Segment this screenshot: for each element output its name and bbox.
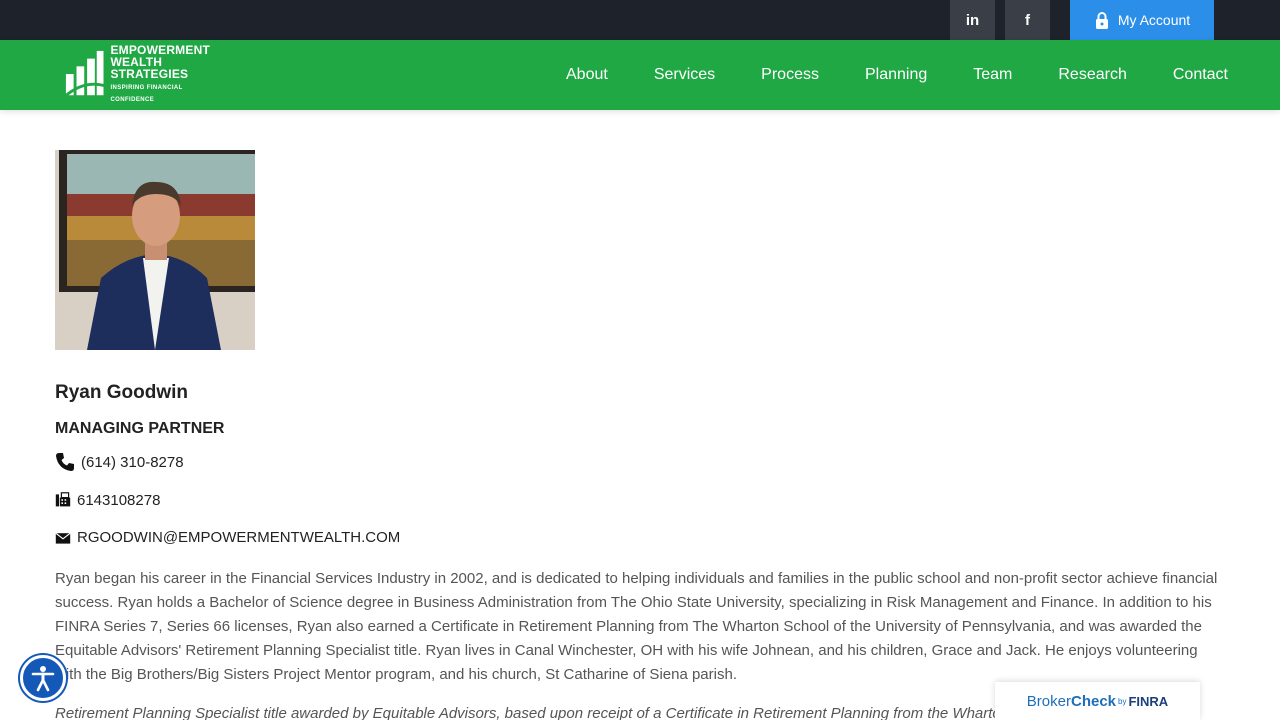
nav-item-process[interactable]: Process xyxy=(761,66,819,84)
profile-photo xyxy=(55,150,255,350)
fax-number: 6143108278 xyxy=(77,491,161,509)
brokercheck-check-text: Check xyxy=(1070,692,1117,710)
profile-name: Ryan Goodwin xyxy=(55,382,188,403)
top-utility-bar: in f My Account xyxy=(0,0,1280,40)
linkedin-icon: in xyxy=(965,11,980,29)
phone-icon xyxy=(56,453,74,471)
site-logo[interactable]: EMPOWERMENT WEALTH STRATEGIES INSPIRING … xyxy=(64,44,224,103)
brokercheck-broker-text: Broker xyxy=(1026,692,1071,710)
nav-item-contact[interactable]: Contact xyxy=(1173,66,1228,84)
fax-icon xyxy=(55,492,71,507)
nav-item-team[interactable]: Team xyxy=(973,66,1012,84)
nav-item-planning[interactable]: Planning xyxy=(865,66,927,84)
brokercheck-finra-text: FINRA xyxy=(1128,693,1169,709)
main-navbar: EMPOWERMENT WEALTH STRATEGIES INSPIRING … xyxy=(0,40,1280,110)
profile-bio: Ryan began his career in the Financial S… xyxy=(55,570,1218,683)
phone-row: (614) 310-8278 xyxy=(55,452,184,472)
nav-item-research[interactable]: Research xyxy=(1058,66,1126,84)
accessibility-button[interactable] xyxy=(20,655,66,701)
brokercheck-by-text: by xyxy=(1118,696,1127,706)
logo-text: EMPOWERMENT WEALTH STRATEGIES INSPIRING … xyxy=(110,44,224,106)
my-account-label: My Account xyxy=(1117,12,1191,28)
my-account-button[interactable]: My Account xyxy=(1070,0,1214,40)
linkedin-link[interactable]: in xyxy=(950,0,995,40)
brokercheck-widget[interactable]: Broker Check by FINRA xyxy=(995,682,1200,720)
logo-bars-icon xyxy=(64,50,105,99)
facebook-icon: f xyxy=(1025,11,1030,29)
email-link[interactable]: RGOODWIN@EMPOWERMENTWEALTH.COM xyxy=(77,529,400,546)
lock-icon xyxy=(1095,12,1108,29)
accessibility-icon xyxy=(31,666,55,692)
email-row: RGOODWIN@EMPOWERMENTWEALTH.COM xyxy=(55,529,400,546)
nav-item-about[interactable]: About xyxy=(566,66,608,84)
profile-role: MANAGING PARTNER xyxy=(55,420,225,437)
phone-link[interactable]: (614) 310-8278 xyxy=(81,454,184,471)
facebook-link[interactable]: f xyxy=(1005,0,1050,40)
primary-nav: About Services Process Planning Team Res… xyxy=(520,40,1228,110)
envelope-icon xyxy=(55,532,71,544)
fax-row: 6143108278 xyxy=(55,491,160,509)
nav-item-services[interactable]: Services xyxy=(654,66,715,84)
logo-tagline: INSPIRING FINANCIAL CONFIDENCE xyxy=(110,85,183,103)
logo-line-3: STRATEGIES xyxy=(110,67,189,81)
